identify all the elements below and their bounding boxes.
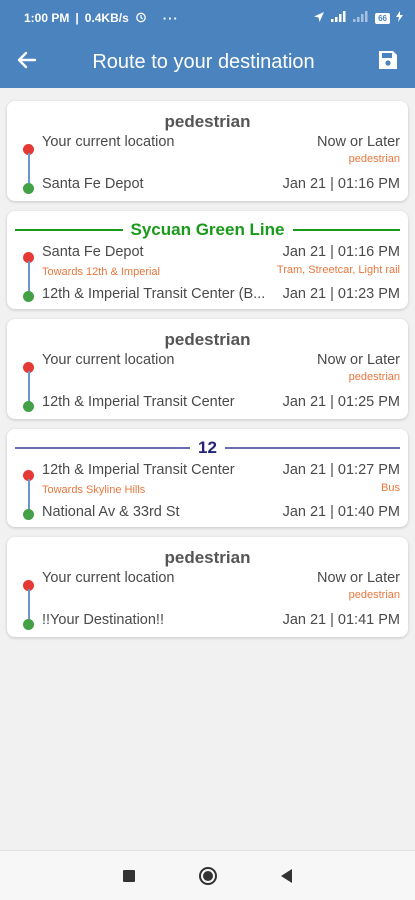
route-leg-card[interactable]: pedestrian Your current location Now or …	[7, 537, 408, 637]
leg-title: Sycuan Green Line	[130, 220, 285, 239]
leg-from: 12th & Imperial Transit Center	[42, 462, 235, 478]
leg-mode: pedestrian	[348, 371, 400, 383]
end-dot-icon	[23, 509, 34, 520]
leg-title: pedestrian	[164, 330, 251, 349]
leg-direction: Towards 12th & Imperial	[42, 266, 160, 278]
end-dot-icon	[23, 183, 34, 194]
leg-title: 12	[198, 438, 217, 457]
route-leg-card[interactable]: pedestrian Your current location Now or …	[7, 319, 408, 419]
leg-title-row: 12	[7, 438, 408, 458]
app-bar: Route to your destination	[0, 36, 415, 88]
leg-title: pedestrian	[164, 548, 251, 567]
leg-title-row: Sycuan Green Line	[7, 220, 408, 240]
leg-mode: Tram, Streetcar, Light rail	[276, 264, 400, 276]
system-nav-bar	[0, 850, 415, 900]
leg-from: Santa Fe Depot	[42, 244, 144, 260]
leg-from-time: Now or Later	[316, 570, 400, 586]
leg-from-time: Jan 21 | 01:27 PM	[282, 462, 400, 478]
leg-from-time: Jan 21 | 01:16 PM	[282, 244, 400, 260]
route-leg-card[interactable]: pedestrian Your current location Now or …	[7, 101, 408, 201]
leg-direction: Towards Skyline Hills	[42, 484, 146, 496]
leg-to: National Av & 33rd St	[42, 504, 180, 520]
signal-icon	[331, 11, 347, 25]
title-rule	[15, 447, 191, 449]
leg-connector	[28, 261, 30, 293]
end-dot-icon	[23, 401, 34, 412]
leg-to-time: Jan 21 | 01:23 PM	[282, 286, 400, 302]
leg-to: 12th & Imperial Transit Center	[42, 394, 235, 410]
signal-weak-icon	[353, 11, 369, 25]
charging-icon	[396, 11, 403, 25]
leg-to-time: Jan 21 | 01:40 PM	[282, 504, 400, 520]
floppy-disk-icon	[378, 50, 398, 75]
leg-to-time: Jan 21 | 01:16 PM	[282, 176, 400, 192]
end-dot-icon	[23, 619, 34, 630]
leg-from-time: Now or Later	[316, 134, 400, 150]
leg-connector	[28, 589, 30, 621]
back-button[interactable]	[0, 36, 54, 88]
leg-connector	[28, 371, 30, 403]
leg-to: Santa Fe Depot	[42, 176, 144, 192]
triangle-back-icon[interactable]	[281, 868, 292, 883]
status-bar: 1:00 PM | 0.4KB/s ··· 66	[0, 0, 415, 36]
leg-title: pedestrian	[164, 112, 251, 131]
leg-to: 12th & Imperial Transit Center (B...	[42, 286, 266, 302]
status-time: 1:00 PM	[24, 11, 70, 25]
arrow-left-icon	[17, 51, 37, 74]
leg-mode: pedestrian	[348, 153, 400, 165]
leg-to: !!Your Destination!!	[42, 612, 164, 628]
leg-from: Your current location	[42, 134, 175, 150]
leg-mode: Bus	[381, 482, 400, 494]
status-left: 1:00 PM | 0.4KB/s ···	[24, 10, 179, 26]
end-dot-icon	[23, 291, 34, 302]
status-right: 66	[313, 11, 403, 26]
route-list: pedestrian Your current location Now or …	[7, 101, 408, 647]
leg-mode: pedestrian	[348, 589, 400, 601]
leg-from: Your current location	[42, 352, 175, 368]
square-icon[interactable]	[123, 869, 135, 882]
battery-icon: 66	[375, 12, 390, 24]
leg-from: Your current location	[42, 570, 175, 586]
title-rule	[292, 229, 400, 231]
route-leg-card[interactable]: Sycuan Green Line Santa Fe Depot Jan 21 …	[7, 211, 408, 309]
page-title: Route to your destination	[92, 50, 315, 73]
leg-connector	[28, 479, 30, 511]
location-icon	[313, 11, 325, 26]
leg-from-time: Now or Later	[316, 352, 400, 368]
title-rule	[15, 229, 123, 231]
status-more-dots: ···	[162, 10, 179, 26]
leg-to-time: Jan 21 | 01:25 PM	[282, 394, 400, 410]
leg-to-time: Jan 21 | 01:41 PM	[282, 612, 400, 628]
circle-home-icon[interactable]	[199, 866, 217, 885]
save-button[interactable]	[361, 36, 415, 88]
route-leg-card[interactable]: 12 12th & Imperial Transit Center Jan 21…	[7, 429, 408, 527]
status-speed: 0.4KB/s	[84, 11, 129, 25]
leg-connector	[28, 153, 30, 185]
title-rule	[224, 447, 401, 449]
alarm-icon	[135, 11, 147, 26]
